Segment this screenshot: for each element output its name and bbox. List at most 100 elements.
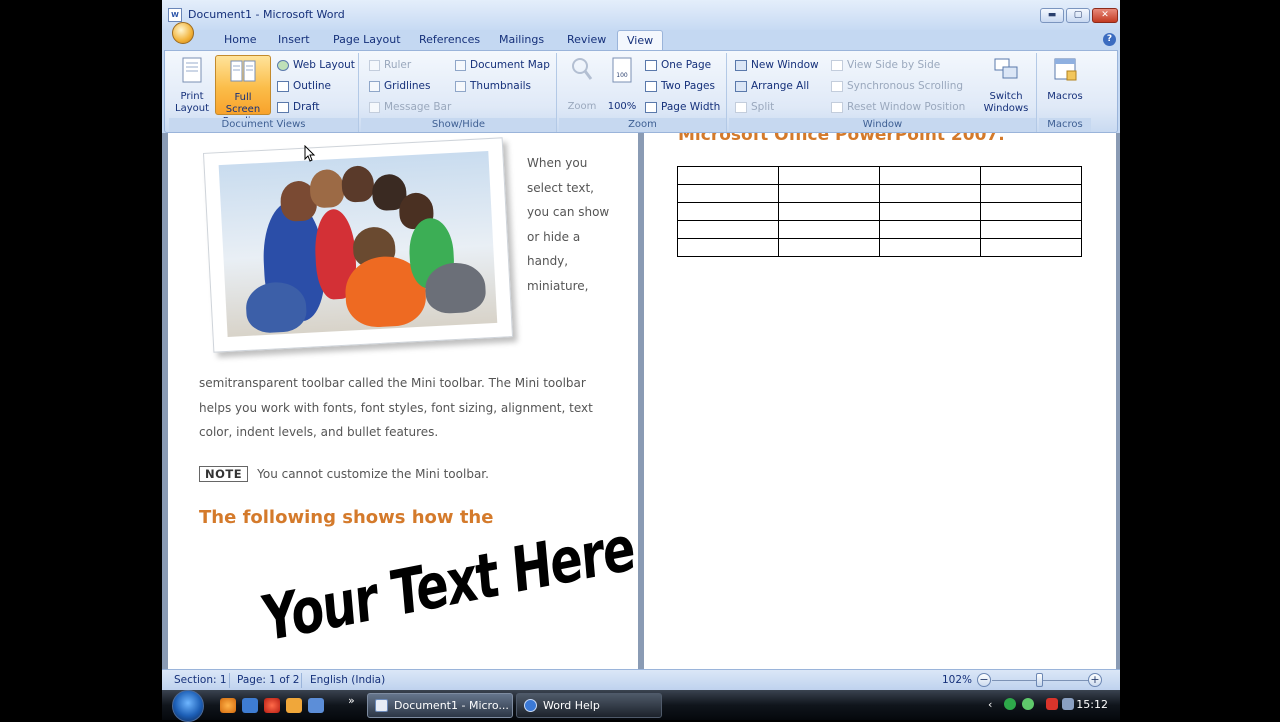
tab-home[interactable]: Home bbox=[224, 33, 256, 46]
tab-review[interactable]: Review bbox=[567, 33, 606, 46]
ruler-checkbox[interactable]: Ruler bbox=[369, 59, 411, 71]
photo-frame[interactable] bbox=[202, 137, 514, 353]
wordart-text[interactable]: Your Text Here bbox=[260, 511, 637, 656]
new-window-button[interactable]: New Window bbox=[735, 59, 819, 71]
table-cell[interactable] bbox=[879, 238, 981, 257]
zoom-out-button[interactable]: − bbox=[977, 673, 991, 687]
reset-window-position-button[interactable]: Reset Window Position bbox=[831, 101, 965, 113]
quicklaunch-overflow[interactable]: » bbox=[348, 694, 355, 707]
split-button[interactable]: Split bbox=[735, 101, 774, 113]
document-map-checkbox[interactable]: Document Map bbox=[455, 59, 550, 71]
side-by-side-icon bbox=[831, 59, 843, 71]
message-bar-label: Message Bar bbox=[384, 101, 452, 113]
zoom-100-button[interactable]: 100 100% bbox=[603, 55, 641, 113]
zoom-button[interactable]: Zoom bbox=[563, 55, 601, 113]
maximize-button[interactable]: ▢ bbox=[1066, 8, 1090, 23]
thumbnails-checkbox[interactable]: Thumbnails bbox=[455, 80, 531, 92]
tray-chevron[interactable]: ‹ bbox=[988, 698, 992, 711]
messenger-tray-icon[interactable] bbox=[1022, 698, 1034, 710]
one-page-label: One Page bbox=[661, 59, 712, 71]
full-screen-reading-button[interactable]: Full Screen Reading bbox=[215, 55, 271, 127]
table-cell[interactable] bbox=[677, 238, 779, 257]
draft-button[interactable]: Draft bbox=[277, 101, 319, 113]
security-icon[interactable] bbox=[1046, 698, 1058, 710]
table-cell[interactable] bbox=[778, 202, 880, 221]
table-cell[interactable] bbox=[677, 202, 779, 221]
tab-references[interactable]: References bbox=[419, 33, 480, 46]
document-table[interactable] bbox=[677, 166, 1082, 257]
taskbar-button-word[interactable]: Document1 - Micro... bbox=[367, 693, 513, 718]
table-cell[interactable] bbox=[778, 166, 880, 185]
document-views-label: Document Views bbox=[169, 118, 358, 132]
view-side-by-side-button[interactable]: View Side by Side bbox=[831, 59, 940, 71]
tab-view[interactable]: View bbox=[617, 30, 664, 51]
minimize-button[interactable]: ▬ bbox=[1040, 8, 1064, 23]
table-cell[interactable] bbox=[980, 220, 1082, 239]
left-page[interactable]: When you select text, you can show or hi… bbox=[168, 133, 638, 669]
outline-button[interactable]: Outline bbox=[277, 80, 331, 92]
show-desktop-icon[interactable] bbox=[242, 698, 258, 713]
network-icon[interactable] bbox=[1004, 698, 1016, 710]
tab-page-layout[interactable]: Page Layout bbox=[333, 33, 401, 46]
table-cell[interactable] bbox=[778, 238, 880, 257]
table-cell[interactable] bbox=[879, 166, 981, 185]
table-cell[interactable] bbox=[980, 238, 1082, 257]
word-document-icon[interactable]: W bbox=[168, 8, 182, 22]
switch-windows-taskbar-icon[interactable] bbox=[308, 698, 324, 713]
macros-button[interactable]: Macros bbox=[1043, 55, 1087, 103]
message-bar-checkbox[interactable]: Message Bar bbox=[369, 101, 451, 113]
word-task-icon bbox=[375, 699, 388, 712]
volume-icon[interactable] bbox=[1062, 698, 1074, 710]
group-zoom: Zoom 100 100% One Page Two Pages Page Wi… bbox=[559, 53, 727, 132]
close-button[interactable]: ✕ bbox=[1092, 8, 1118, 23]
browser-icon[interactable] bbox=[264, 698, 280, 713]
clock[interactable]: 15:12 bbox=[1076, 698, 1108, 711]
synchronous-scrolling-icon bbox=[831, 80, 843, 92]
web-layout-button[interactable]: Web Layout bbox=[277, 59, 355, 71]
start-button[interactable] bbox=[172, 690, 204, 722]
side-text-line: When you bbox=[527, 156, 588, 170]
status-bar: Section: 1 Page: 1 of 2 English (India) … bbox=[162, 669, 1120, 690]
status-separator bbox=[229, 673, 230, 688]
messenger-icon[interactable] bbox=[286, 698, 302, 713]
table-cell[interactable] bbox=[677, 184, 779, 203]
tab-mailings[interactable]: Mailings bbox=[499, 33, 544, 46]
table-cell[interactable] bbox=[879, 184, 981, 203]
word-window: W Document1 - Microsoft Word ▬ ▢ ✕ Home … bbox=[162, 0, 1120, 690]
table-cell[interactable] bbox=[879, 202, 981, 221]
page-width-button[interactable]: Page Width bbox=[645, 101, 720, 113]
section-heading: The following shows how the bbox=[199, 507, 494, 528]
web-layout-icon bbox=[277, 59, 289, 71]
table-cell[interactable] bbox=[879, 220, 981, 239]
split-label: Split bbox=[751, 101, 775, 113]
synchronous-scrolling-button[interactable]: Synchronous Scrolling bbox=[831, 80, 963, 92]
switch-windows-button[interactable]: Switch Windows bbox=[979, 55, 1033, 115]
zoom-slider-thumb[interactable] bbox=[1036, 673, 1043, 687]
print-layout-button[interactable]: Print Layout bbox=[173, 55, 211, 115]
one-page-icon bbox=[645, 59, 657, 71]
table-cell[interactable] bbox=[980, 202, 1082, 221]
table-cell[interactable] bbox=[980, 184, 1082, 203]
taskbar-button-word-help[interactable]: Word Help bbox=[516, 693, 662, 718]
one-page-button[interactable]: One Page bbox=[645, 59, 711, 71]
office-button[interactable] bbox=[172, 22, 194, 44]
help-icon[interactable]: ? bbox=[1103, 33, 1116, 46]
zoom-level[interactable]: 102% bbox=[942, 674, 972, 686]
zoom-in-button[interactable]: + bbox=[1088, 673, 1102, 687]
status-language[interactable]: English (India) bbox=[310, 674, 385, 686]
table-cell[interactable] bbox=[778, 184, 880, 203]
table-cell[interactable] bbox=[980, 166, 1082, 185]
table-cell[interactable] bbox=[677, 166, 779, 185]
ribbon: Print Layout Full Screen Reading Web Lay… bbox=[164, 50, 1118, 133]
gridlines-checkbox[interactable]: Gridlines bbox=[369, 80, 430, 92]
firefox-icon[interactable] bbox=[220, 698, 236, 713]
status-section[interactable]: Section: 1 bbox=[174, 674, 227, 686]
status-page[interactable]: Page: 1 of 2 bbox=[237, 674, 299, 686]
table-cell[interactable] bbox=[778, 220, 880, 239]
arrange-all-button[interactable]: Arrange All bbox=[735, 80, 809, 92]
right-page[interactable]: Microsoft Office PowerPoint 2007. bbox=[644, 133, 1116, 669]
tab-insert[interactable]: Insert bbox=[278, 33, 310, 46]
two-pages-button[interactable]: Two Pages bbox=[645, 80, 715, 92]
draft-icon bbox=[277, 101, 289, 113]
table-cell[interactable] bbox=[677, 220, 779, 239]
